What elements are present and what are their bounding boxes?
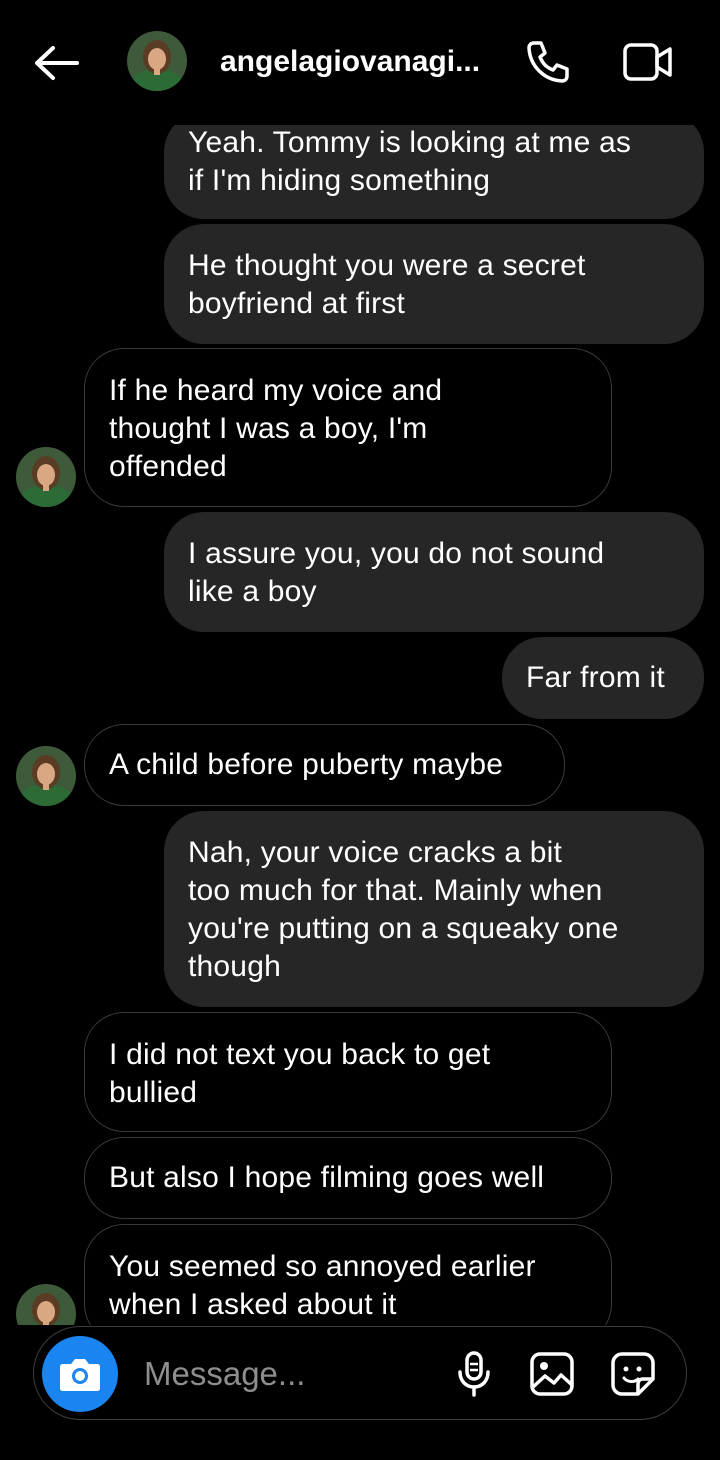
sticker-button[interactable] (608, 1349, 658, 1399)
arrow-left-icon (35, 46, 79, 80)
message-bubble-sent[interactable]: He thought you were a secret boyfriend a… (164, 224, 704, 344)
contact-name[interactable]: angelagiovanagi... (220, 40, 500, 84)
camera-icon (60, 1359, 100, 1391)
message-bubble-sent[interactable]: Nah, your voice cracks a bit too much fo… (164, 811, 704, 1007)
message-bubble-sent[interactable]: Yeah. Tommy is looking at me as if I'm h… (164, 112, 704, 219)
message-input[interactable] (144, 1349, 434, 1399)
message-bubble-sent[interactable]: I assure you, you do not sound like a bo… (164, 512, 704, 632)
chat-header: angelagiovanagi... (0, 0, 720, 125)
message-bubble-received[interactable]: I did not text you back to get bullied (84, 1012, 612, 1132)
video-call-button[interactable] (618, 36, 678, 88)
contact-avatar[interactable] (127, 31, 187, 91)
sticker-icon (611, 1352, 655, 1396)
contact-avatar[interactable] (16, 447, 76, 507)
contact-avatar[interactable] (16, 1284, 76, 1325)
video-camera-icon (623, 43, 672, 81)
message-bubble-received[interactable]: You seemed so annoyed earlier when I ask… (84, 1224, 612, 1325)
message-bubble-received[interactable]: A child before puberty maybe (84, 724, 565, 806)
call-button[interactable] (520, 36, 576, 88)
message-bubble-received[interactable]: But also I hope filming goes well (84, 1137, 612, 1219)
camera-button[interactable] (42, 1336, 118, 1412)
message-bubble-sent[interactable]: Far from it (502, 637, 704, 719)
message-thread[interactable]: Yeah. Tommy is looking at me as if I'm h… (0, 0, 720, 1325)
message-bubble-received[interactable]: If he heard my voice and thought I was a… (84, 348, 612, 507)
back-button[interactable] (28, 40, 84, 86)
contact-avatar[interactable] (16, 746, 76, 806)
phone-icon (527, 41, 569, 83)
microphone-icon (458, 1351, 490, 1397)
voice-message-button[interactable] (452, 1349, 496, 1399)
gallery-button[interactable] (526, 1349, 578, 1399)
message-composer (33, 1326, 687, 1420)
image-icon (530, 1352, 574, 1396)
